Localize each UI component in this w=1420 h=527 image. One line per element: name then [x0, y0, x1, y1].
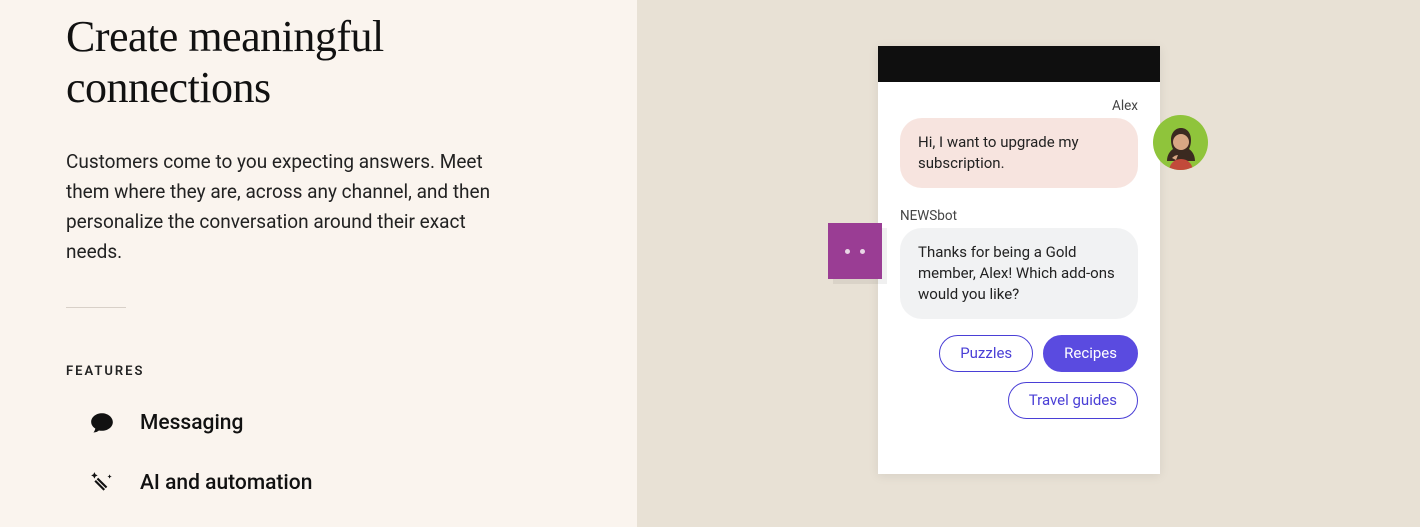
feature-label: Messaging: [140, 411, 243, 435]
chat-user-name: Alex: [900, 98, 1138, 114]
chip-travel-guides[interactable]: Travel guides: [1008, 382, 1138, 419]
avatar: [1153, 115, 1208, 170]
phone-mock: Alex Hi, I want to upgrade my subscripti…: [878, 46, 1160, 474]
chip-puzzles[interactable]: Puzzles: [939, 335, 1033, 372]
phone-status-bar: [878, 46, 1160, 82]
feature-ai-automation[interactable]: AI and automation: [66, 469, 597, 497]
chip-recipes[interactable]: Recipes: [1043, 335, 1138, 372]
features-label: FEATURES: [66, 364, 597, 379]
hero-right-pane: Alex Hi, I want to upgrade my subscripti…: [637, 0, 1420, 527]
hero-body: Customers come to you expecting answers.…: [66, 147, 526, 267]
chat-bot-bubble: Thanks for being a Gold member, Alex! Wh…: [900, 228, 1138, 319]
divider: [66, 307, 126, 308]
person-icon: [1161, 124, 1201, 170]
chat-bot-name: NEWSbot: [900, 208, 1138, 224]
phone-content: Alex Hi, I want to upgrade my subscripti…: [878, 82, 1160, 419]
bot-badge-icon: [828, 223, 882, 279]
dot-icon: [860, 249, 865, 254]
feature-label: AI and automation: [140, 471, 312, 495]
feature-messaging[interactable]: Messaging: [66, 409, 597, 437]
quick-reply-chips: Puzzles Recipes Travel guides: [900, 335, 1138, 419]
speech-bubble-icon: [88, 409, 116, 437]
hero-left-pane: Create meaningful connections Customers …: [0, 0, 637, 527]
dot-icon: [845, 249, 850, 254]
hero-heading: Create meaningful connections: [66, 12, 526, 113]
chat-user-bubble: Hi, I want to upgrade my subscription.: [900, 118, 1138, 188]
magic-wand-icon: [88, 469, 116, 497]
